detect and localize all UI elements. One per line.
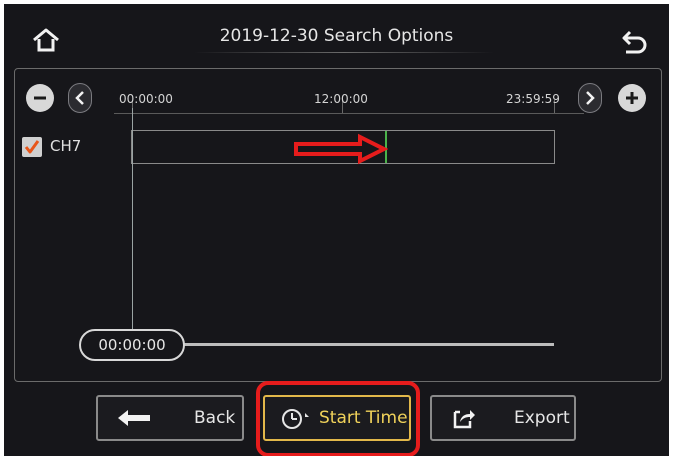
minus-icon bbox=[34, 96, 46, 100]
red-arrow-annotation bbox=[294, 133, 388, 165]
highlight-annotation bbox=[256, 381, 420, 456]
time-cursor-line bbox=[132, 108, 133, 332]
export-button-label: Export bbox=[514, 408, 570, 428]
ruler-label-mid: 12:00:00 bbox=[314, 92, 368, 106]
zoom-out-button[interactable] bbox=[26, 84, 54, 112]
chevron-left-icon bbox=[75, 91, 84, 105]
arrow-left-icon bbox=[118, 410, 150, 426]
channel-label: CH7 bbox=[50, 137, 82, 155]
timeline-next-button[interactable] bbox=[578, 83, 602, 113]
timeline-prev-button[interactable] bbox=[68, 83, 92, 113]
checkmark-icon bbox=[24, 140, 40, 154]
ruler-label-end: 23:59:59 bbox=[506, 92, 560, 106]
chevron-right-icon bbox=[586, 91, 595, 105]
ruler-label-start: 00:00:00 bbox=[119, 92, 173, 106]
channel-checkbox-ch7[interactable] bbox=[22, 137, 42, 157]
plus-icon bbox=[626, 92, 638, 104]
return-icon[interactable] bbox=[620, 28, 650, 58]
time-slider-handle[interactable]: 00:00:00 bbox=[79, 329, 185, 361]
dvr-screen: 2019-12-30 Search Options 00:00:00 12:00… bbox=[4, 4, 669, 456]
time-slider-track[interactable] bbox=[184, 343, 554, 346]
page-title: 2019-12-30 Search Options bbox=[219, 26, 454, 46]
time-ruler bbox=[114, 113, 584, 114]
export-button[interactable]: Export bbox=[430, 395, 576, 441]
title-divider bbox=[194, 52, 494, 53]
back-button-label: Back bbox=[194, 408, 236, 428]
zoom-in-button[interactable] bbox=[618, 84, 646, 112]
export-icon bbox=[453, 410, 475, 429]
back-button[interactable]: Back bbox=[96, 395, 244, 441]
